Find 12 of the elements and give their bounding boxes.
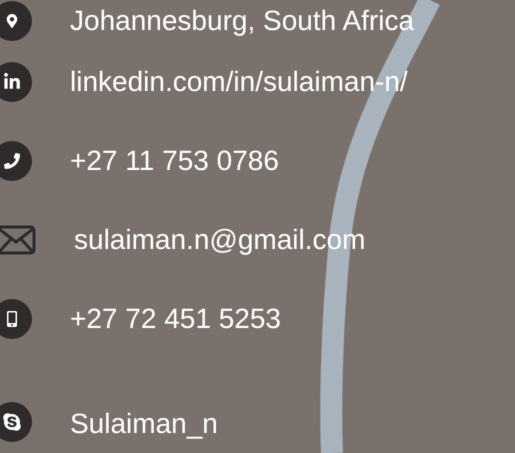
- contact-text: Johannesburg, South Africa: [70, 4, 414, 38]
- skype-icon: [0, 402, 32, 442]
- contact-text: Sulaiman_n: [70, 407, 218, 441]
- linkedin-icon: [0, 62, 32, 102]
- contact-text: +27 72 451 5253: [70, 302, 281, 336]
- contact-text: sulaiman.n@gmail.com: [74, 222, 366, 257]
- envelope-icon: [0, 224, 36, 254]
- contact-text: +27 11 753 0786: [70, 144, 279, 178]
- map-pin-icon: [0, 1, 32, 41]
- contact-text: linkedin.com/in/sulaiman-n/: [70, 64, 408, 98]
- telephone-icon: [0, 140, 32, 180]
- mobile-phone-icon: [0, 298, 32, 338]
